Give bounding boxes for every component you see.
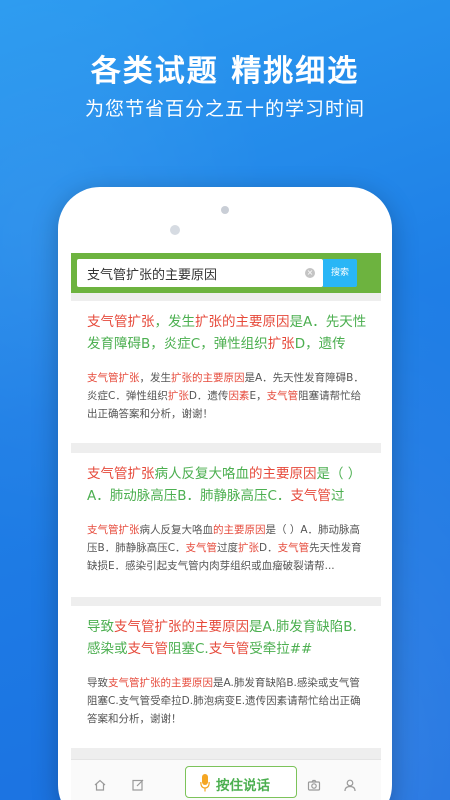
text-segment: 导致 bbox=[87, 619, 114, 635]
phone-frame: 支气管扩张的主要原因 × 搜索 支气管扩张，发生扩张的主要原因是A．先天性发育障… bbox=[58, 187, 392, 800]
text-segment: 扩张的主要原因 bbox=[171, 372, 245, 384]
home-icon[interactable] bbox=[93, 778, 107, 792]
text-segment: 支气管扩张的主要原因 bbox=[108, 677, 213, 689]
text-segment: 因素 bbox=[228, 390, 250, 402]
text-segment: 支气管扩张 bbox=[87, 466, 155, 482]
text-segment: 支气管 bbox=[208, 641, 250, 657]
text-segment: 支气管 bbox=[266, 390, 299, 402]
camera-icon[interactable] bbox=[307, 778, 321, 792]
hold-to-talk-button[interactable]: 按住说话 bbox=[185, 766, 297, 798]
text-segment: 支气管扩张 bbox=[87, 524, 140, 536]
clear-icon[interactable]: × bbox=[305, 268, 315, 278]
user-icon[interactable] bbox=[343, 778, 357, 792]
text-segment: 的主要原因 bbox=[213, 524, 266, 536]
edit-icon[interactable] bbox=[131, 778, 145, 792]
text-segment: ，发生 bbox=[154, 314, 196, 330]
result-title[interactable]: 导致支气管扩张的主要原因是A.肺发育缺陷B.感染或支气管阻塞C.支气管受牵拉## bbox=[87, 616, 367, 660]
text-segment: 扩张的主要原因 bbox=[195, 314, 290, 330]
text-segment: 扩张 bbox=[167, 390, 189, 402]
promo-subheadline: 为您节省百分之五十的学习时间 bbox=[84, 98, 365, 120]
app-screen: 支气管扩张的主要原因 × 搜索 支气管扩张，发生扩张的主要原因是A．先天性发育障… bbox=[71, 253, 381, 800]
result-card[interactable]: 导致支气管扩张的主要原因是A.肺发育缺陷B.感染或支气管阻塞C.支气管受牵拉##… bbox=[71, 606, 381, 748]
text-segment: 支气管 bbox=[185, 542, 218, 554]
phone-camera bbox=[170, 225, 180, 235]
result-title[interactable]: 支气管扩张病人反复大咯血的主要原因是（ ）A．肺动脉高压B．肺静脉高压C．支气管… bbox=[87, 463, 367, 507]
text-segment: 受牵拉## bbox=[249, 641, 313, 657]
search-button[interactable]: 搜索 bbox=[323, 259, 357, 287]
result-snippet: 导致支气管扩张的主要原因是A.肺发育缺陷B.感染或支气管阻塞C.支气管受牵拉D.… bbox=[87, 674, 367, 728]
text-segment: D．遗传 bbox=[188, 390, 229, 402]
text-segment: 扩张 bbox=[267, 336, 295, 352]
text-segment: 过度 bbox=[217, 542, 239, 554]
result-card[interactable]: 支气管扩张病人反复大咯血的主要原因是（ ）A．肺动脉高压B．肺静脉高压C．支气管… bbox=[71, 453, 381, 597]
text-segment: E， bbox=[249, 390, 267, 402]
result-title[interactable]: 支气管扩张，发生扩张的主要原因是A．先天性发育障碍B，炎症C，弹性组织扩张D，遗… bbox=[87, 311, 367, 355]
result-snippet: 支气管扩张，发生扩张的主要原因是A．先天性发育障碍B．炎症C．弹性组织扩张D．遗… bbox=[87, 369, 367, 423]
result-card[interactable]: 支气管扩张，发生扩张的主要原因是A．先天性发育障碍B，炎症C，弹性组织扩张D，遗… bbox=[71, 301, 381, 443]
text-segment: 扩张 bbox=[238, 542, 260, 554]
text-segment: 支气管 bbox=[290, 488, 331, 504]
text-segment: D． bbox=[259, 542, 278, 554]
search-bar: 支气管扩张的主要原因 × 搜索 bbox=[71, 253, 381, 293]
search-input[interactable]: 支气管扩张的主要原因 × bbox=[77, 259, 323, 287]
text-segment: 病人反复大咯血 bbox=[154, 466, 250, 482]
text-segment: 支气管 bbox=[127, 641, 169, 657]
hold-to-talk-label: 按住说话 bbox=[216, 778, 270, 794]
search-query-text: 支气管扩张的主要原因 bbox=[87, 268, 218, 283]
text-segment: 支气管扩张的主要原因 bbox=[114, 619, 249, 635]
text-segment: ，发生 bbox=[139, 372, 172, 384]
text-segment: 支气管扩张 bbox=[87, 372, 140, 384]
text-segment: 阻塞C. bbox=[168, 641, 209, 657]
result-snippet: 支气管扩张病人反复大咯血的主要原因是（ ）A．肺动脉高压B．肺静脉高压C．支气管… bbox=[87, 521, 367, 575]
promo-headline: 各类试题 精挑细选 bbox=[90, 54, 360, 89]
text-segment: 导致 bbox=[87, 677, 108, 689]
text-segment: 支气管 bbox=[277, 542, 310, 554]
text-segment: 的主要原因 bbox=[249, 466, 317, 482]
bottom-toolbar: 按住说话 bbox=[71, 759, 381, 800]
text-segment: 病人反复大咯血 bbox=[139, 524, 214, 536]
phone-speaker bbox=[221, 206, 229, 214]
microphone-icon bbox=[200, 774, 210, 792]
text-segment: 支气管扩张 bbox=[87, 314, 155, 330]
